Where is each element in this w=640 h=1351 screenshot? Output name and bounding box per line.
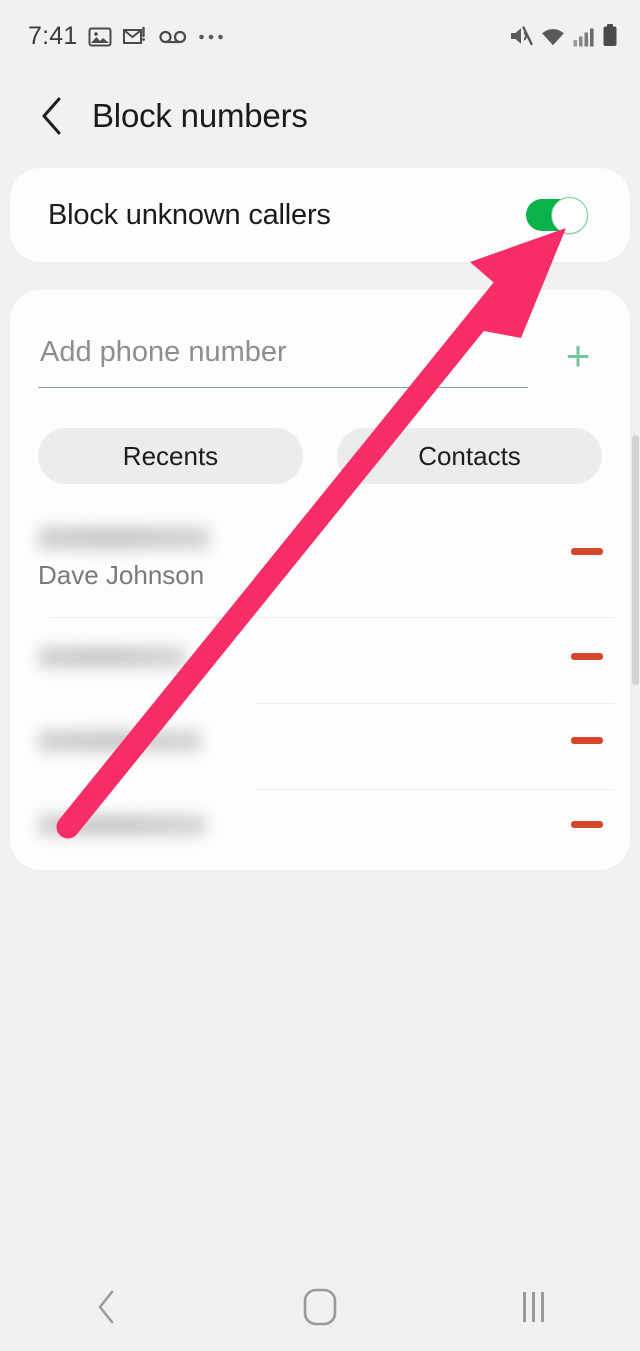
blocked-number-redacted (38, 730, 202, 752)
list-scrollbar[interactable] (632, 435, 639, 685)
app-bar: Block numbers (0, 72, 640, 160)
tab-recents[interactable]: Recents (38, 428, 303, 484)
more-icon (199, 34, 224, 39)
image-icon (88, 27, 112, 46)
email-icon (123, 26, 146, 44)
block-unknown-callers-card: Block unknown callers (10, 168, 630, 262)
blocked-number-redacted (38, 526, 210, 550)
block-unknown-callers-toggle[interactable] (526, 197, 588, 234)
blocked-number-subtitle: Dave Johnson (38, 560, 205, 590)
phone-screen: 7:41 Block numbers Block unknown callers… (0, 0, 640, 1351)
recents-icon (522, 1292, 544, 1322)
table-row[interactable]: Dave Johnson (10, 508, 630, 618)
wifi-icon (542, 29, 564, 46)
table-row[interactable] (10, 704, 630, 790)
remove-blocked-number-button[interactable] (571, 821, 603, 828)
status-bar-left: 7:41 (28, 22, 224, 51)
table-row[interactable] (10, 790, 630, 870)
remove-blocked-number-button[interactable] (571, 548, 603, 555)
status-bar-right (509, 24, 618, 47)
tab-contacts-label: Contacts (418, 440, 521, 471)
block-unknown-callers-row[interactable]: Block unknown callers (10, 168, 630, 262)
blocked-numbers-list: Dave Johnson (10, 508, 630, 870)
source-tabs: Recents Contacts (10, 428, 630, 484)
blocked-number-redacted (38, 646, 186, 668)
table-row[interactable] (10, 618, 630, 704)
nav-back-button[interactable] (52, 1272, 162, 1342)
add-number-button[interactable]: + (552, 330, 604, 382)
add-phone-number-input[interactable] (38, 328, 528, 388)
block-unknown-callers-label: Block unknown callers (48, 198, 331, 231)
remove-blocked-number-button[interactable] (571, 653, 603, 660)
blocked-numbers-card: + Recents Contacts Dave Johnson (10, 290, 630, 870)
back-icon (98, 1290, 113, 1324)
page-title: Block numbers (92, 97, 308, 134)
toggle-thumb (551, 197, 588, 234)
navigation-bar (0, 1263, 640, 1351)
tab-recents-label: Recents (122, 440, 219, 471)
remove-blocked-number-button[interactable] (571, 737, 603, 744)
battery-icon (603, 24, 617, 46)
status-bar: 7:41 (0, 0, 640, 72)
voicemail-icon (159, 30, 187, 43)
nav-recents-button[interactable] (478, 1272, 588, 1342)
nav-home-button[interactable] (265, 1272, 375, 1342)
mute-icon (511, 26, 533, 46)
add-number-row: + (10, 316, 630, 408)
signal-icon (573, 28, 594, 47)
home-icon (303, 1288, 337, 1326)
tab-contacts[interactable]: Contacts (337, 428, 602, 484)
status-clock: 7:41 (28, 22, 78, 50)
blocked-number-redacted (38, 814, 206, 836)
back-button[interactable] (24, 88, 80, 144)
chevron-left-icon (42, 97, 61, 135)
